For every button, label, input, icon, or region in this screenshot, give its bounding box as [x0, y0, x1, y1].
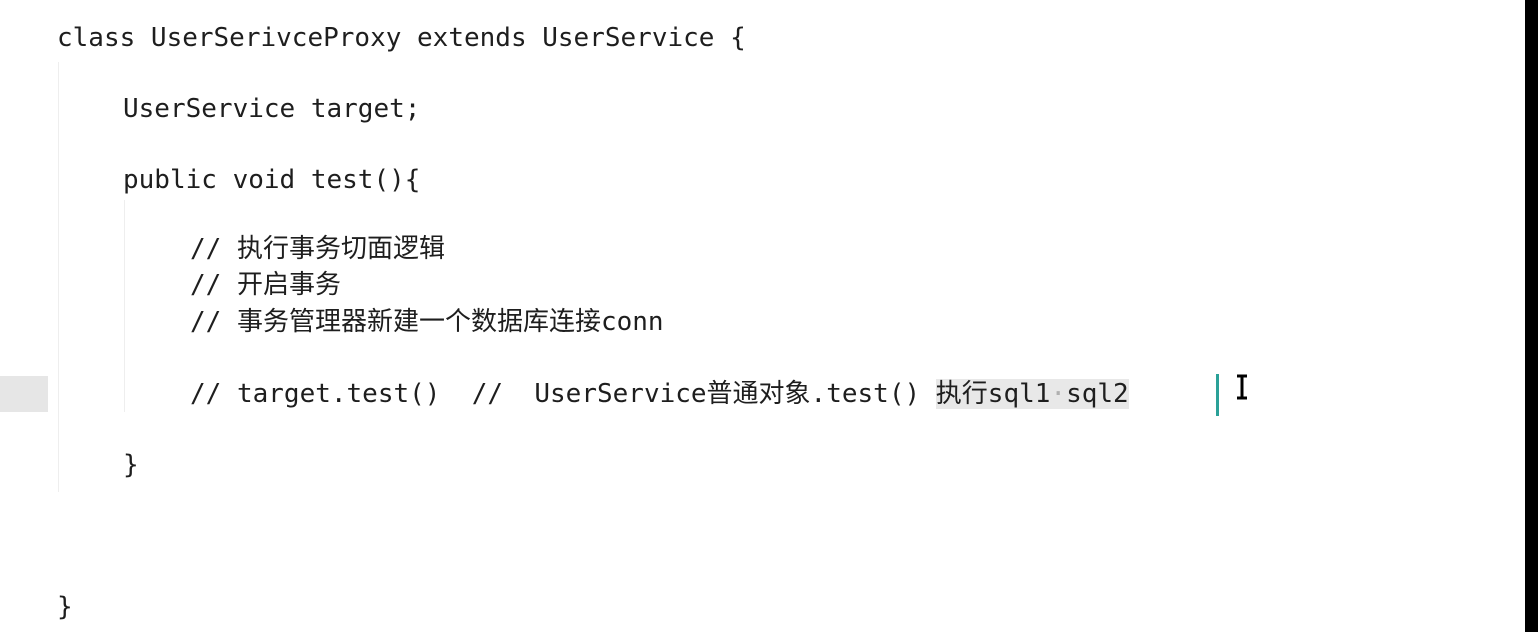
code-line-method-declaration[interactable]: public void test(){: [123, 162, 420, 198]
code-line-comment-new-connection[interactable]: // 事务管理器新建一个数据库连接conn: [190, 304, 664, 340]
indent-guide-class: [58, 62, 59, 492]
code-line-class-close-brace[interactable]: }: [57, 589, 73, 625]
code-line-comment-start-transaction[interactable]: // 开启事务: [190, 267, 341, 303]
code-line-field-declaration[interactable]: UserService target;: [123, 91, 420, 127]
text-caret: [1216, 374, 1219, 416]
window-right-edge: [1525, 0, 1538, 632]
code-line-comment-target-test[interactable]: // target.test() // UserService普通对象.test…: [190, 376, 1129, 412]
whitespace-dot: ·: [1050, 379, 1067, 409]
selected-text-sql2: sql2: [1066, 379, 1129, 409]
code-line-class-declaration[interactable]: class UserSerivceProxy extends UserServi…: [57, 20, 746, 56]
ibeam-cursor-icon: [1237, 374, 1247, 400]
selected-text-sql1: 执行sql1: [935, 379, 1051, 409]
code-line-method-close-brace[interactable]: }: [123, 447, 139, 483]
code-line-comment-aspect-logic[interactable]: // 执行事务切面逻辑: [190, 231, 445, 267]
current-line-gutter-highlight: [0, 376, 48, 412]
selected-text: 执行sql1·sql2: [935, 379, 1129, 409]
code-editor[interactable]: class UserSerivceProxy extends UserServi…: [0, 0, 1538, 632]
indent-guide-method: [124, 200, 125, 412]
comment-code-text: // target.test() // UserService普通对象.test…: [190, 379, 936, 409]
